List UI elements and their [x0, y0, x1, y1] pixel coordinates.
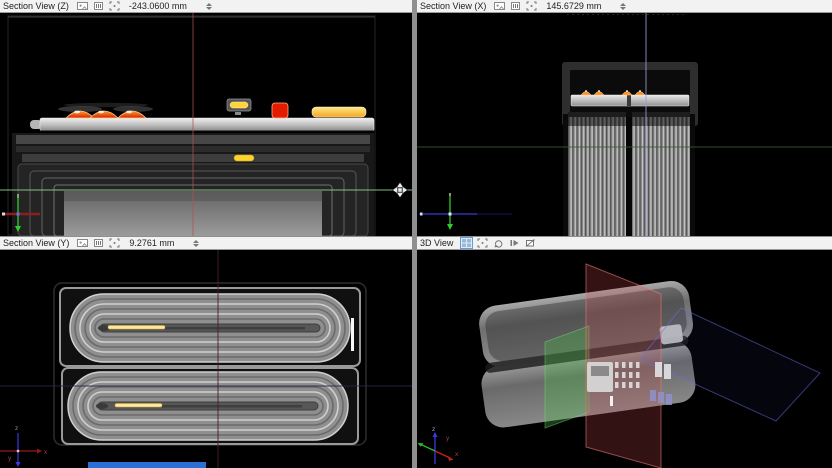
rotate-view-icon[interactable] [492, 238, 505, 249]
section-view-z-viewport[interactable] [0, 13, 412, 236]
section-view-x-viewport[interactable] [417, 13, 832, 236]
panel-title: Section View (Y) [3, 238, 69, 248]
highlight-red-component [272, 103, 288, 118]
panel-divider[interactable] [412, 0, 417, 468]
panel-title: Section View (X) [420, 1, 486, 11]
highlight-tab-yellow [115, 404, 162, 408]
zoom-1to1-icon[interactable] [92, 1, 105, 12]
fit-view-icon[interactable] [108, 1, 121, 12]
viewport-layout-icon[interactable] [460, 238, 473, 249]
section-view-x-panel: Section View (X) 145.6729 mm [417, 0, 832, 236]
value-spinner[interactable] [620, 3, 629, 10]
zoom-1to1-icon[interactable] [92, 238, 105, 249]
section-view-y-viewport[interactable]: z x y [0, 250, 412, 468]
svg-text:z: z [432, 426, 435, 433]
highlight-tab-yellow [108, 326, 165, 330]
section-plane-green-3d[interactable] [545, 326, 589, 428]
taskbar-fragment[interactable] [88, 462, 206, 468]
jelly-roll-bottom [68, 372, 348, 440]
highlight-vent-domes [66, 111, 146, 118]
slice-position-value[interactable]: 145.6729 mm [546, 1, 601, 11]
snapshot-icon[interactable] [76, 238, 89, 249]
anode-tab-white [351, 318, 354, 351]
slice-position-value[interactable]: -243.0600 mm [129, 1, 187, 11]
section-view-x-header: Section View (X) 145.6729 mm [417, 0, 832, 13]
terminal-bar [571, 95, 689, 106]
fit-view-icon[interactable] [525, 1, 538, 12]
ct-inspection-workspace: Section View (Z) -243.0600 mm [0, 0, 832, 468]
svg-text:z: z [15, 425, 18, 432]
section-view-y-panel: Section View (Y) 9.2761 mm [0, 236, 412, 468]
fit-view-icon[interactable] [476, 238, 489, 249]
panel-title: Section View (Z) [3, 1, 69, 11]
view-3d-panel: 3D View [417, 236, 832, 468]
clip-icon[interactable] [524, 238, 537, 249]
panel-title: 3D View [420, 238, 453, 248]
highlight-yellow-bar [312, 107, 366, 117]
electrode-stacks [563, 112, 695, 236]
view-3d-viewport[interactable]: z y x [417, 250, 832, 468]
section-view-y-header: Section View (Y) 9.2761 mm [0, 236, 412, 250]
slice-position-value[interactable]: 9.2761 mm [129, 238, 174, 248]
section-view-z-panel: Section View (Z) -243.0600 mm [0, 0, 412, 236]
battery-lid [30, 118, 374, 131]
snapshot-icon[interactable] [493, 1, 506, 12]
highlight-yellow-pill [234, 155, 254, 161]
view-3d-header: 3D View [417, 236, 832, 250]
animation-icon[interactable] [508, 238, 521, 249]
value-spinner[interactable] [193, 240, 202, 247]
fit-view-icon[interactable] [108, 238, 121, 249]
section-view-z-header: Section View (Z) -243.0600 mm [0, 0, 412, 13]
value-spinner[interactable] [206, 3, 215, 10]
snapshot-icon[interactable] [76, 1, 89, 12]
zoom-1to1-icon[interactable] [509, 1, 522, 12]
jelly-roll-top [70, 294, 350, 362]
